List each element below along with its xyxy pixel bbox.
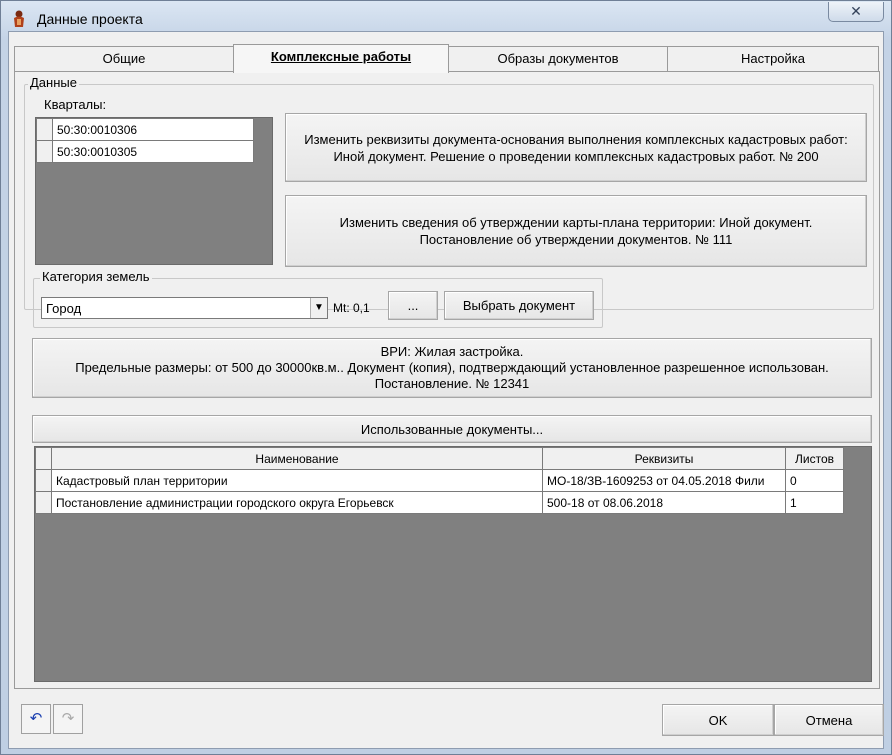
doc-requisites-cell[interactable]: 500-18 от 08.06.2018 xyxy=(542,491,786,514)
undo-icon: ↶ xyxy=(29,710,43,727)
land-category-select[interactable]: Город ▼ xyxy=(41,297,328,319)
column-header-name[interactable]: Наименование xyxy=(51,447,543,470)
doc-name-cell[interactable]: Кадастровый план территории xyxy=(51,469,543,492)
ellipsis-button[interactable]: ... xyxy=(388,291,438,320)
doc-sheets-cell[interactable]: 1 xyxy=(785,491,844,514)
quarters-table: 50:30:0010306 50:30:0010305 xyxy=(36,118,254,163)
table-header-row: Наименование Реквизиты Листов xyxy=(35,447,844,470)
quarters-label: Кварталы: xyxy=(44,97,107,112)
used-documents-table: Наименование Реквизиты Листов Кадастровы… xyxy=(35,447,844,514)
complex-works-panel: Данные Кварталы: 50:30:0010306 50:30:001… xyxy=(14,71,880,689)
used-documents-button[interactable]: Использованные документы... xyxy=(32,415,872,443)
redo-button[interactable]: ↷ xyxy=(53,704,83,734)
tab-general[interactable]: Общие xyxy=(14,46,234,71)
documents-grid-area: Наименование Реквизиты Листов Кадастровы… xyxy=(34,446,872,682)
dialog-client: Общие Комплексные работы Образы документ… xyxy=(8,31,884,749)
column-header-sheets[interactable]: Листов xyxy=(785,447,844,470)
table-row[interactable]: Кадастровый план территории МО-18/ЗВ-160… xyxy=(35,469,844,492)
project-data-window: Данные проекта ✕ Общие Комплексные работ… xyxy=(0,0,892,755)
doc-sheets-cell[interactable]: 0 xyxy=(785,469,844,492)
doc-requisites-cell[interactable]: МО-18/ЗВ-1609253 от 04.05.2018 Фили xyxy=(542,469,786,492)
table-row[interactable]: Постановление администрации городского о… xyxy=(35,491,844,514)
choose-document-button[interactable]: Выбрать документ xyxy=(444,291,594,320)
undo-button[interactable]: ↶ xyxy=(21,704,51,734)
column-header-requisites[interactable]: Реквизиты xyxy=(542,447,786,470)
land-category-label: Категория земель xyxy=(40,269,152,284)
quarter-cell[interactable]: 50:30:0010305 xyxy=(52,140,254,163)
bottom-bar: ↶ ↷ OK Отмена xyxy=(9,691,884,748)
close-button[interactable]: ✕ xyxy=(828,2,884,22)
doc-name-cell[interactable]: Постановление администрации городского о… xyxy=(51,491,543,514)
cancel-button[interactable]: Отмена xyxy=(774,704,884,736)
tab-settings[interactable]: Настройка xyxy=(667,46,879,71)
tab-document-images[interactable]: Образы документов xyxy=(448,46,668,71)
redo-icon: ↷ xyxy=(61,710,75,727)
quarters-grid-area: 50:30:0010306 50:30:0010305 xyxy=(35,117,273,265)
quarter-cell[interactable]: 50:30:0010306 xyxy=(52,118,254,141)
table-row[interactable]: 50:30:0010306 xyxy=(36,118,254,141)
change-basis-document-button[interactable]: Изменить реквизиты документа-основания в… xyxy=(285,113,867,182)
window-title: Данные проекта xyxy=(37,11,143,27)
ok-button[interactable]: OK xyxy=(662,704,774,736)
chevron-down-icon[interactable]: ▼ xyxy=(310,298,327,318)
land-category-value: Город xyxy=(46,301,82,316)
vri-button[interactable]: ВРИ: Жилая застройка. Предельные размеры… xyxy=(32,338,872,398)
mt-label: Mt: 0,1 xyxy=(333,301,370,315)
app-logo-icon xyxy=(14,10,24,27)
change-map-plan-approval-button[interactable]: Изменить сведения об утверждении карты-п… xyxy=(285,195,867,267)
table-row[interactable]: 50:30:0010305 xyxy=(36,140,254,163)
data-group-label: Данные xyxy=(28,75,79,90)
close-icon: ✕ xyxy=(850,3,862,19)
tab-complex-works[interactable]: Комплексные работы xyxy=(233,44,449,73)
